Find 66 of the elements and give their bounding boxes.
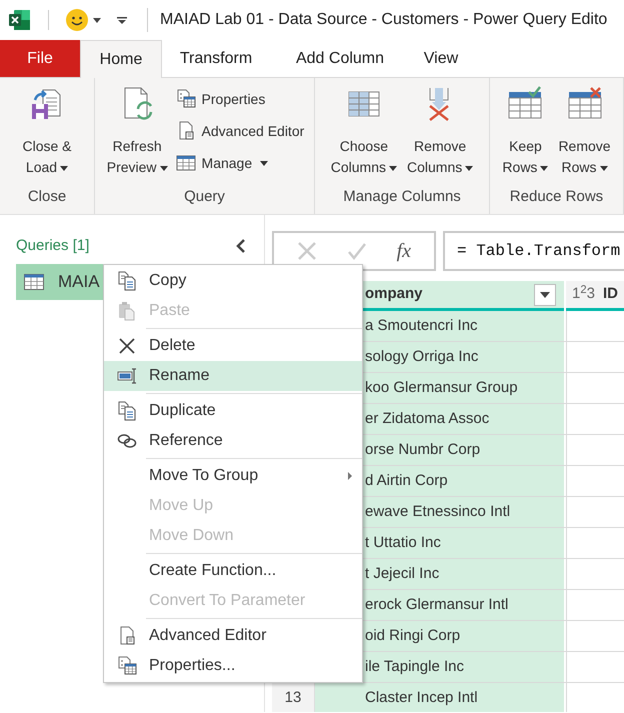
ribbon-button[interactable]: Manage [176,150,304,176]
ribbon-group-label: Manage Columns [342,187,462,207]
file-tab[interactable]: File [0,40,80,77]
table-cell-text: Claster Incep Intl [365,688,478,708]
ribbon-tab[interactable]: Home [80,40,162,78]
clipboard-icon [116,301,136,321]
table-cell-text: sology Orriga Inc [365,346,478,367]
checkmark-icon[interactable] [346,241,367,261]
submenu-arrow-icon [348,472,352,480]
ribbon-tab[interactable]: Add Column [270,40,410,77]
copy-icon [116,401,136,421]
menu-item[interactable]: Reference [104,426,362,456]
properties-icon [116,656,136,676]
dropdown-caret-icon[interactable] [93,18,101,22]
properties-icon [176,89,196,109]
menu-item[interactable]: Move To Group [104,461,362,491]
column-header[interactable]: ID [602,283,618,306]
table-cell-text: erock Glermansur Intl [365,594,508,615]
table-cell-text: t Jejecil Inc [365,564,440,584]
table-icon [176,153,196,173]
ribbon-button[interactable]: Remove Columns [405,86,476,178]
table-cell-text: orse Numbr Corp [365,440,480,460]
queries-pane-title: Queries [1] [16,236,90,256]
ribbon-button[interactable]: Properties [176,86,304,112]
caret-icon [540,292,550,298]
row-number: 13 [284,688,302,708]
menu-item[interactable]: Duplicate [104,396,362,426]
table-cell-text: ewave Etnessinco Intl [365,502,510,522]
rename-icon [116,366,136,386]
insert-function-button[interactable]: fx [396,236,412,266]
ribbon-button[interactable]: Refresh Preview [104,86,170,178]
ribbon-button[interactable]: Keep Rows [500,86,550,178]
ribbon-button[interactable]: Remove Rows [556,86,613,178]
table-cell-text: d Airtin Corp [365,470,448,491]
table-cell-text: oid Ringi Corp [365,626,460,646]
table-cell-text: a Smoutencri Inc [365,316,478,336]
ribbon-button[interactable]: Advanced Editor [176,118,304,144]
ribbon-tab[interactable]: Transform [162,40,270,77]
ribbon-button[interactable]: Close & Load [20,86,74,178]
menu-item[interactable]: Copy [104,266,362,296]
table-cell-text: er Zidatoma Assoc [365,408,490,429]
table-cell-text: koo Glermansur Group [365,378,518,398]
menu-item[interactable]: Create Function... [104,556,362,586]
copy-icon [116,271,136,291]
delete-icon [116,336,136,356]
table-cell-text: t Uttatio Inc [365,532,441,553]
window-title: MAIAD Lab 01 - Data Source - Customers - Power Query Edito [160,10,608,30]
data-type-indicator[interactable]: 1$^{2}$3 [572,283,595,306]
ribbon-tab[interactable]: View [410,40,472,77]
collapse-chevron-icon[interactable] [236,239,246,254]
customize-toolbar-icon[interactable] [117,15,127,25]
table-cell-text: ile Tapingle Inc [365,656,464,677]
smiley-face-icon[interactable] [65,8,89,32]
excel-logo-icon [8,8,32,32]
ribbon-group-label: Query [183,187,226,207]
menu-item[interactable]: Delete [104,331,362,361]
menu-item[interactable]: Properties... [104,651,362,681]
formula-field[interactable]: = Table.Transform [443,231,624,271]
filter-dropdown-button[interactable] [534,284,556,306]
ribbon-button[interactable]: Choose Columns [328,86,399,178]
ribbon-group-label: Reduce Rows [508,187,604,207]
menu-item[interactable]: Rename [104,361,362,391]
column-header[interactable]: ompany [365,283,423,306]
ribbon-group-label: Close [26,187,68,207]
table-icon [24,274,44,290]
menu-item[interactable]: Advanced Editor [104,621,362,651]
